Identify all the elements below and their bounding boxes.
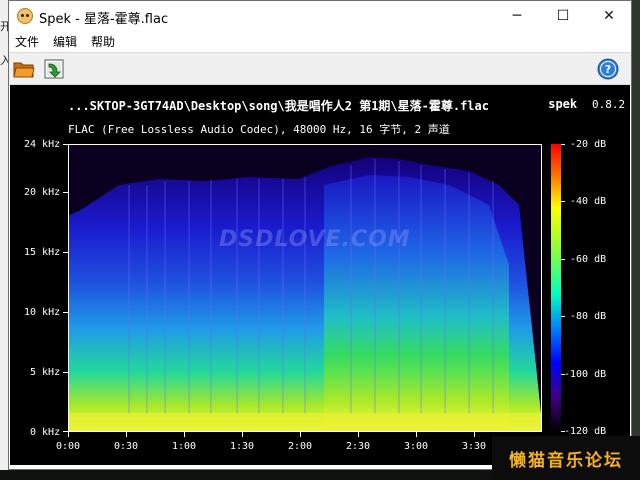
audio-info: FLAC (Free Lossless Audio Codec), 48000 …	[68, 123, 450, 136]
desktop-background-right	[632, 0, 640, 480]
menu-bar: 文件 编辑 帮助	[9, 31, 631, 52]
color-scale-bar	[551, 144, 561, 432]
x-axis-label: 0:30	[114, 441, 139, 452]
menu-file[interactable]: 文件	[15, 33, 39, 50]
x-axis-label: 2:30	[346, 441, 371, 452]
db-label: -60 dB	[570, 254, 607, 265]
x-tick	[68, 432, 69, 437]
maximize-button[interactable]: ☐	[540, 1, 586, 31]
spectrogram-plot: DSDLOVE.COM	[68, 144, 542, 432]
window-title: Spek - 星落-霍尊.flac	[39, 12, 169, 27]
close-button[interactable]: ✕	[586, 1, 632, 31]
db-label: -100 dB	[564, 369, 607, 380]
y-axis-label: 20 kHz	[24, 187, 61, 198]
spek-app-icon	[17, 8, 33, 24]
folder-open-icon[interactable]	[13, 58, 35, 80]
forum-watermark: 懒猫音乐论坛	[492, 436, 640, 480]
y-axis-label: 0 kHz	[30, 427, 61, 438]
spectrogram-image	[69, 145, 541, 431]
file-path-title: ...SKTOP-3GT74AD\Desktop\song\我是唱作人2 第1期…	[68, 99, 489, 113]
spek-version: spek 0.8.2	[548, 97, 626, 111]
y-axis-label: 15 kHz	[24, 247, 61, 258]
x-tick	[474, 432, 475, 437]
app-name-label: spek	[548, 97, 578, 111]
x-axis-label: 0:00	[56, 441, 81, 452]
toolbar: ?	[9, 52, 631, 85]
save-arrow-icon[interactable]	[43, 58, 65, 80]
background-text-fragment: 开	[0, 20, 8, 33]
db-label: -40 dB	[570, 196, 607, 207]
x-tick	[300, 432, 301, 437]
watermark-text: DSDLOVE.COM	[219, 227, 411, 252]
x-axis-label: 1:00	[172, 441, 197, 452]
help-icon[interactable]: ?	[597, 58, 619, 80]
db-tick	[561, 144, 565, 145]
title-bar[interactable]: Spek - 星落-霍尊.flac ─ ☐ ✕	[9, 1, 631, 31]
background-text-fragment: 入	[0, 54, 8, 67]
svg-text:?: ?	[605, 63, 611, 76]
db-tick	[561, 316, 565, 317]
x-axis-label: 3:30	[462, 441, 487, 452]
db-label: -80 dB	[570, 311, 607, 322]
x-axis-label: 3:00	[404, 441, 429, 452]
spectrogram-panel: ...SKTOP-3GT74AD\Desktop\song\我是唱作人2 第1期…	[10, 85, 630, 465]
x-axis-label: 1:30	[230, 441, 255, 452]
db-tick	[561, 259, 565, 260]
x-tick	[184, 432, 185, 437]
x-tick	[416, 432, 417, 437]
y-axis-label: 5 kHz	[30, 367, 61, 378]
x-tick	[358, 432, 359, 437]
menu-help[interactable]: 帮助	[91, 33, 115, 50]
x-axis-label: 2:00	[288, 441, 313, 452]
db-label: -20 dB	[570, 139, 607, 150]
desktop-background-left: 开 入	[0, 0, 8, 480]
spek-window: Spek - 星落-霍尊.flac ─ ☐ ✕ 文件 编辑 帮助 ? ...SK…	[8, 0, 632, 470]
y-axis-label: 10 kHz	[24, 307, 61, 318]
minimize-button[interactable]: ─	[494, 1, 540, 31]
x-tick	[126, 432, 127, 437]
x-tick	[242, 432, 243, 437]
y-axis-label: 24 kHz	[24, 139, 61, 150]
version-label: 0.8.2	[592, 98, 626, 111]
menu-edit[interactable]: 编辑	[53, 33, 77, 50]
db-tick	[561, 201, 565, 202]
